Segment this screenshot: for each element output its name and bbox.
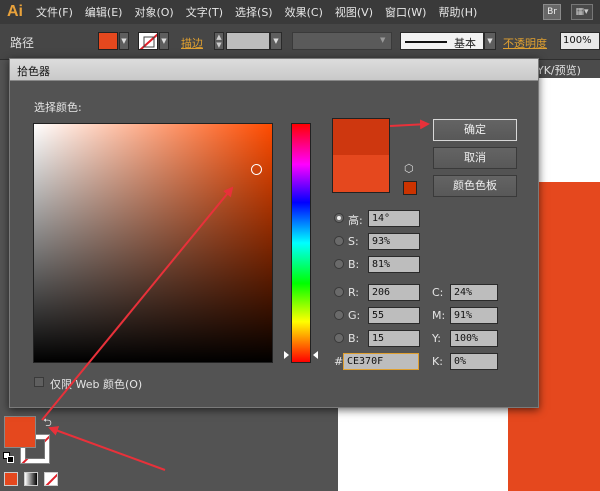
color-spectrum-field[interactable] [33,123,273,363]
color-picker-cursor[interactable] [251,164,262,175]
opacity-panel-link[interactable]: 不透明度 [503,35,547,51]
black-label: K: [432,355,443,368]
menu-type[interactable]: 文字(T) [180,4,229,20]
web-safe-color-swatch[interactable] [403,181,417,195]
hex-label: # [334,355,344,368]
color-swatches-button[interactable]: 颜色色板 [433,175,517,197]
black-field[interactable]: 0% [450,353,498,370]
radio-brightness[interactable] [334,259,344,269]
hue-slider-right-arrow-icon[interactable] [313,351,318,359]
opacity-field[interactable]: 100% [560,32,600,50]
radio-hue[interactable] [334,213,344,223]
arrange-documents-icon[interactable]: ▦▾ [571,4,593,20]
none-mode-button[interactable] [44,472,58,486]
bridge-button[interactable]: Br [543,4,561,20]
cancel-button[interactable]: 取消 [433,147,517,169]
saturation-field[interactable]: 93% [368,233,420,250]
saturation-label: S: [348,235,359,248]
fill-dropdown-icon[interactable]: ▼ [119,32,129,50]
menu-bar: Ai 文件(F) 编辑(E) 对象(O) 文字(T) 选择(S) 效果(C) 视… [0,0,600,24]
control-bar: 路径 ▼ ▼ 描边 ▲ ▼ ▼ ▼ 基本 ▼ 不透明度 100% [0,24,600,60]
hue-field[interactable]: 14° [368,210,420,227]
fill-color-box[interactable] [4,416,36,448]
gradient-mode-button[interactable] [24,472,38,486]
dialog-title: 拾色器 [17,65,50,78]
none-slash-icon [45,473,57,485]
menu-select[interactable]: 选择(S) [229,4,279,20]
cyan-label: C: [432,286,444,299]
hue-slider[interactable] [291,123,311,363]
menu-file[interactable]: 文件(F) [30,4,79,20]
document-tab[interactable]: YK/预览) [537,62,581,78]
blue-label: B: [348,332,360,345]
menu-object[interactable]: 对象(O) [128,4,179,20]
brush-stroke-preview [405,41,447,43]
red-label: R: [348,286,360,299]
hue-slider-left-arrow-icon[interactable] [284,351,289,359]
menu-effect[interactable]: 效果(C) [279,4,329,20]
profile-dropdown-icon[interactable]: ▼ [380,36,385,44]
brush-name: 基本 [454,37,476,50]
variable-width-profile-select[interactable] [292,32,392,50]
selection-type-label: 路径 [10,36,35,50]
brush-definition-select[interactable]: 基本 [400,32,484,50]
default-fill-stroke-icon[interactable] [3,452,14,463]
green-field[interactable]: 55 [368,307,420,324]
blue-field[interactable]: 15 [368,330,420,347]
stroke-dropdown-icon[interactable]: ▼ [159,32,169,50]
brush-dropdown-icon[interactable]: ▼ [484,32,496,50]
radio-saturation[interactable] [334,236,344,246]
radio-red[interactable] [334,287,344,297]
menu-view[interactable]: 视图(V) [329,4,379,20]
magenta-label: M: [432,309,446,322]
stroke-weight-spinner[interactable]: ▲ ▼ [214,32,224,50]
red-field[interactable]: 206 [368,284,420,301]
hue-label: 高: [348,214,363,227]
select-color-label: 选择颜色: [34,101,82,114]
cube-web-safe-icon[interactable]: ⬡ [404,163,416,175]
stroke-panel-link[interactable]: 描边 [181,35,203,51]
color-picker-dialog: 拾色器 选择颜色: ⬡ 确定 取消 颜色色板 高: 14° S: 93% B: … [9,58,539,408]
arrow-to-fill-box [48,426,166,471]
menu-edit[interactable]: 编辑(E) [79,4,129,20]
green-label: G: [348,309,361,322]
stroke-weight-field[interactable] [226,32,270,50]
cyan-field[interactable]: 24% [450,284,498,301]
yellow-field[interactable]: 100% [450,330,498,347]
hex-field[interactable]: CE370F [343,353,419,370]
none-slash-icon [139,33,157,49]
ok-button[interactable]: 确定 [433,119,517,141]
app-logo: Ai [7,3,23,20]
menu-window[interactable]: 窗口(W) [379,4,432,20]
yellow-label: Y: [432,332,441,345]
dialog-titlebar[interactable]: 拾色器 [10,59,538,81]
web-only-checkbox[interactable] [34,377,44,387]
current-color-preview[interactable] [332,155,390,193]
web-only-label: 仅限 Web 颜色(O) [50,378,143,391]
menu-help[interactable]: 帮助(H) [432,4,483,20]
brightness-field[interactable]: 81% [368,256,420,273]
fill-color-swatch[interactable] [98,32,118,50]
color-mode-button[interactable] [4,472,18,486]
brightness-label: B: [348,258,360,271]
dialog-body: 选择颜色: ⬡ 确定 取消 颜色色板 高: 14° S: 93% B: 81% … [10,81,538,407]
magenta-field[interactable]: 91% [450,307,498,324]
radio-green[interactable] [334,310,344,320]
swap-fill-stroke-icon[interactable]: ⮌ [43,414,52,433]
radio-blue[interactable] [334,333,344,343]
stroke-none-swatch[interactable] [138,32,158,50]
stroke-weight-dropdown-icon[interactable]: ▼ [270,32,282,50]
new-color-preview [332,118,390,155]
